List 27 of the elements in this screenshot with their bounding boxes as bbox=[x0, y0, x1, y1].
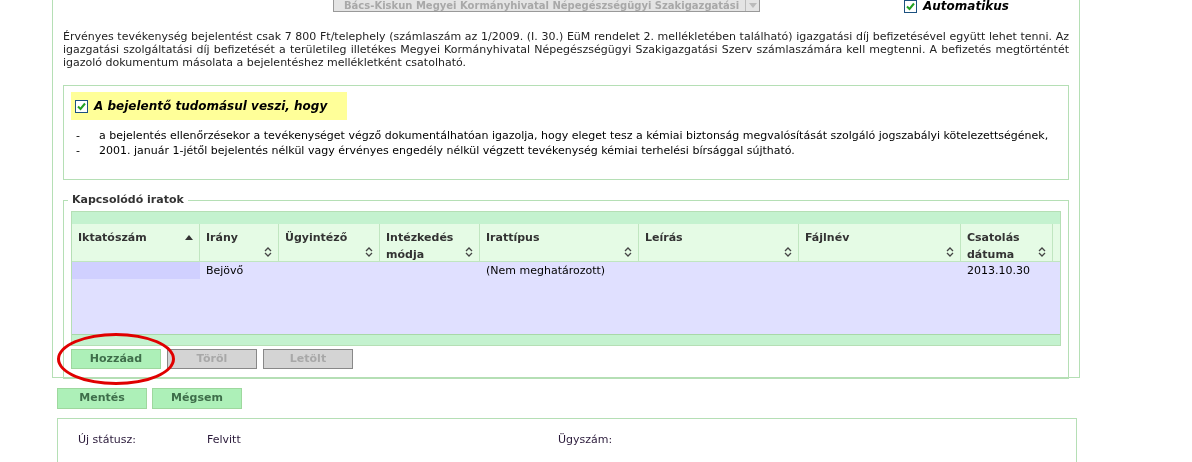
column-header[interactable]: Ügyintéző bbox=[279, 224, 380, 261]
list-dash: - bbox=[75, 130, 81, 142]
action-button[interactable]: Hozzáad bbox=[71, 349, 161, 369]
column-header[interactable]: Irány bbox=[200, 224, 279, 261]
field-label: Új státusz: bbox=[78, 432, 137, 448]
table-cell-text: (Nem meghatározott) bbox=[485, 263, 607, 279]
table-cell-text: Bejövő bbox=[205, 263, 245, 279]
column-header[interactable]: Fájlnév bbox=[799, 224, 961, 261]
field-label: Ügyszám: bbox=[558, 432, 614, 448]
form-button[interactable]: Mégsem bbox=[152, 388, 242, 409]
list-dash: - bbox=[75, 145, 81, 157]
acknowledgement-label: A bejelentő tudomásul veszi, hogy bbox=[94, 98, 328, 115]
fee-notice: Érvényes tevékenység bejelentést csak 7 800 Ft/telephely (számlaszám az 1/2009. (I. 30.) EüM rendelet 2. mellékletében található) igazgatási díj befizetésével együtt lehet tenni. Az igazgatási szolgáltatási díj befizetését a területileg illetékes Megyei Kormányhivatal Népegészségügyi Szakigazgatási Szerv számlaszámára kell megtenni. A befizetés megtörténtét igazoló dokumentum másolata a bejelentéshez mellékletként csatolható. bbox=[63, 30, 1069, 69]
column-header[interactable]: Irattípus bbox=[480, 224, 639, 261]
form-button[interactable]: Mentés bbox=[57, 388, 147, 409]
list-item-text: a bejelentés ellenőrzésekor a tevékenységet végző dokumentálhatóan igazolja, hogy eleget tesz a kémiai biztonság megvalósítását szolgáló jogszabályi kötelezettségének, bbox=[99, 130, 1050, 142]
column-header[interactable]: Intézkedés módja bbox=[380, 224, 480, 261]
column-header[interactable]: Leírás bbox=[639, 224, 799, 261]
field-value: Felvitt bbox=[207, 432, 241, 448]
table-cell-text: 2013.10.30 bbox=[966, 263, 1031, 279]
dropdown-arrow-icon bbox=[745, 0, 760, 11]
column-header[interactable]: Iktatószám bbox=[72, 224, 200, 261]
list-item-text: 2001. január 1-jétől bejelentés nélkül vagy érvényes engedély nélkül végzett tevékenység kémiai terhelési bírsággal sújtható. bbox=[99, 145, 796, 157]
column-header[interactable]: Csatolás dátuma bbox=[961, 224, 1053, 261]
checkbox-label: Automatikus bbox=[923, 0, 1009, 15]
checkbox[interactable] bbox=[904, 0, 917, 13]
checkbox[interactable] bbox=[75, 99, 88, 113]
